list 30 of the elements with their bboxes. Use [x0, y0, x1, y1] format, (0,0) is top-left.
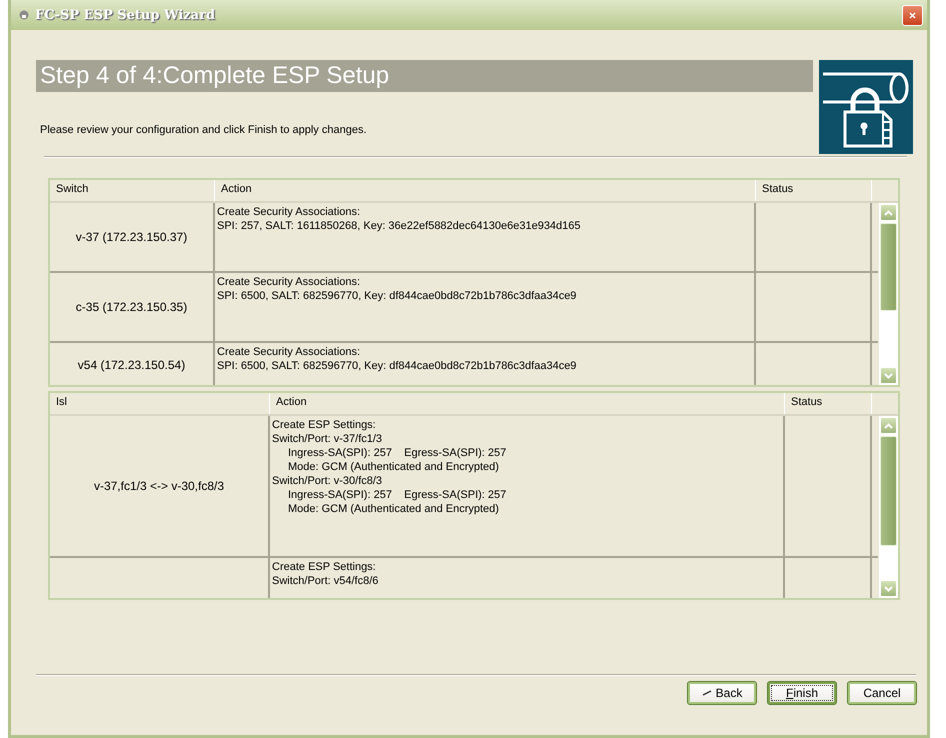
table-cell-text: Create Security Associations: SPI: 6500, SALT: 682596770, Key: df844cae0bd8c72b1b786c3dfaa34ce9 — [217, 275, 578, 303]
table-cell: v-37,fc1/3 <-> v-30,fc8/3 — [94, 479, 224, 493]
back-button[interactable]: Back — [687, 681, 757, 705]
table-cell-text: Create ESP Settings: Switch/Port: v-37/fc1/3 Ingress-SA(SPI): 257 Egress-SA(SPI): 257 Mode: GCM (Authenticated and Encrypted) Switch/Port: v-30/fc8/3 Ingress-SA(SPI): 257 Egress-SA(SPI): 257 Mode: GCM (Authenticated and Encrypted) — [272, 418, 508, 516]
column-header[interactable]: Isl — [50, 393, 270, 414]
table-cell: c-35 (172.23.150.35) — [76, 300, 188, 314]
scroll-up-icon — [884, 422, 893, 428]
table-cell-text: Create ESP Settings: Switch/Port: v54/fc8/6 — [272, 560, 380, 588]
table-cell-text: Create Security Associations: SPI: 257, SALT: 1611850268, Key: 36e22ef5882dec64130e6e31e934d165 — [217, 205, 582, 233]
window-title: FC-SP ESP Setup Wizard — [35, 8, 216, 22]
table-cell: v-37 (172.23.150.37) — [76, 230, 188, 244]
column-header[interactable]: Action — [215, 180, 756, 201]
scroll-down-icon — [884, 372, 893, 378]
scrollbar[interactable] — [878, 416, 898, 598]
scroll-up-icon — [884, 210, 893, 216]
scroll-down-icon — [884, 586, 893, 592]
table-cell: v54 (172.23.150.54) — [78, 358, 186, 372]
app-icon — [19, 10, 29, 20]
column-header[interactable]: Status — [785, 393, 872, 414]
table-cell-text: Create Security Associations: SPI: 6500, SALT: 682596770, Key: df844cae0bd8c72b1b786c3dfaa34ce9 — [217, 345, 578, 373]
dialog-button[interactable]: Finish — [767, 681, 837, 705]
step-title: Step 4 of 4:Complete ESP Setup — [36, 60, 813, 92]
dialog-button[interactable]: Cancel — [847, 681, 917, 705]
column-header[interactable]: Switch — [50, 180, 215, 201]
close-icon — [909, 10, 916, 20]
column-header[interactable]: Action — [270, 393, 785, 414]
scrollbar[interactable] — [878, 203, 898, 385]
instructions-text: Please review your configuration and click Finish to apply changes. — [40, 124, 367, 136]
close-button[interactable] — [902, 4, 923, 26]
column-header[interactable]: Status — [756, 180, 872, 201]
